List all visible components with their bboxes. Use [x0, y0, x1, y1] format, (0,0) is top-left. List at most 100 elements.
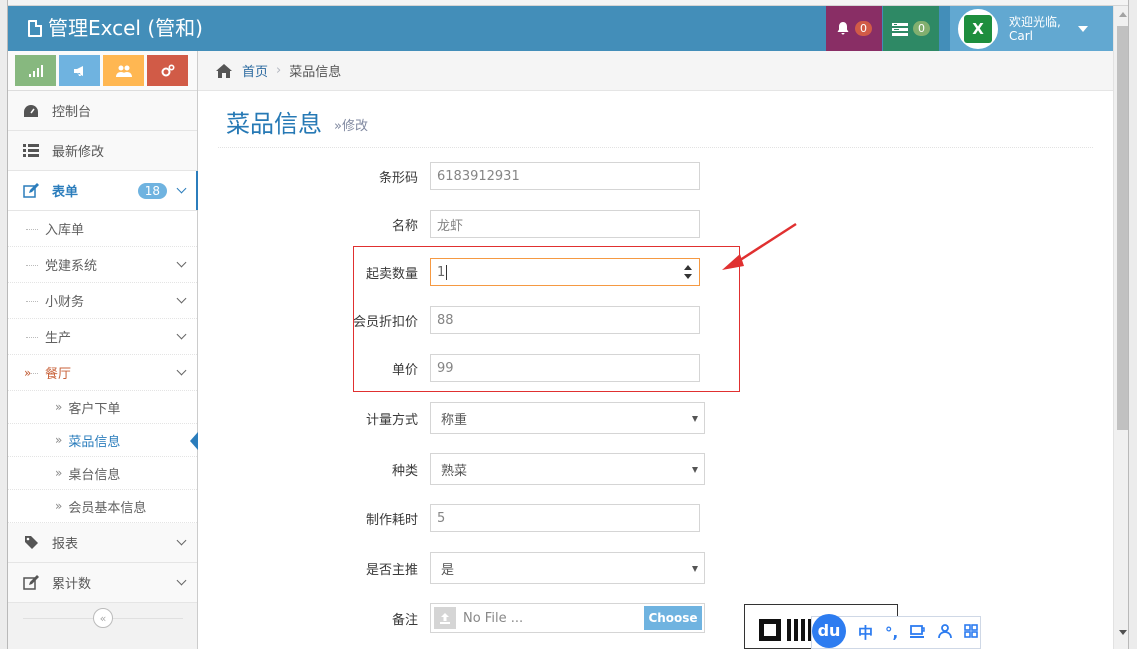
shortcut-stats-button[interactable]	[15, 55, 56, 86]
chevron-down-icon	[176, 257, 187, 268]
sidebar-subitem-finance[interactable]: 小财务	[8, 283, 197, 319]
double-chevron-right-icon: »	[55, 433, 63, 447]
breadcrumb-current: 菜品信息	[289, 65, 342, 80]
page-header: 菜品信息 »修改	[218, 96, 1093, 148]
measure-label: 计量方式	[365, 412, 418, 428]
dashboard-icon	[22, 103, 40, 119]
edit-icon	[22, 183, 40, 199]
user-name: Carl	[1009, 28, 1033, 43]
sidebar-subitem-stock-in[interactable]: 入库单	[8, 211, 197, 247]
user-menu[interactable]: X 欢迎光临, Carl	[950, 6, 1113, 51]
sidebar-subitem-restaurant[interactable]: » 餐厅	[8, 355, 197, 391]
chevron-down-icon	[176, 365, 187, 376]
form-row-measure: 计量方式 称重	[218, 402, 818, 434]
featured-label: 是否主推	[365, 562, 418, 578]
category-label: 种类	[391, 463, 418, 479]
prep-time-input[interactable]: 5	[430, 504, 700, 532]
sidebar-item-label: 表单	[52, 185, 79, 200]
tasks-button[interactable]: 0	[883, 6, 939, 51]
sidebar-subitem-production[interactable]: 生产	[8, 319, 197, 355]
dropdown-arrow-icon	[692, 566, 698, 572]
chevron-down-icon	[176, 329, 187, 340]
form-row-category: 种类 熟菜	[218, 453, 818, 485]
form-row-featured: 是否主推 是	[218, 552, 818, 584]
signal-icon	[28, 64, 43, 77]
sidebar-subitem-label: 客户下单	[68, 401, 121, 417]
sidebar-item-reports[interactable]: 报表	[8, 523, 197, 563]
qr-modules	[787, 619, 811, 641]
sidebar-subitem-customer-order[interactable]: » 客户下单	[8, 391, 197, 424]
ime-chinese-toggle[interactable]: 中	[858, 622, 873, 643]
shortcut-announce-button[interactable]	[59, 55, 100, 86]
sidebar-subitem-label: 生产	[45, 331, 72, 346]
barcode-input[interactable]: 6183912931	[430, 162, 700, 190]
category-selected-value: 熟菜	[441, 463, 468, 479]
ime-user-icon[interactable]	[938, 623, 953, 642]
edit-icon	[22, 575, 40, 591]
featured-select[interactable]: 是	[430, 552, 705, 584]
file-placeholder: No File ...	[463, 610, 524, 626]
sidebar-subitem-label: 小财务	[45, 295, 85, 310]
page-title: 菜品信息	[226, 110, 322, 138]
dropdown-arrow-icon	[692, 416, 698, 422]
brand[interactable]: 管理Excel (管和)	[28, 6, 203, 51]
sidebar-collapse-bar: «	[8, 604, 198, 634]
sidebar-subitem-party[interactable]: 党建系统	[8, 247, 197, 283]
double-chevron-right-icon: »	[24, 365, 32, 380]
category-select[interactable]: 熟菜	[430, 453, 705, 485]
breadcrumb-home-link[interactable]: 首页	[242, 61, 268, 80]
collapse-sidebar-button[interactable]: «	[93, 608, 113, 628]
measure-select[interactable]: 称重	[430, 402, 705, 434]
sidebar-item-label: 累计数	[52, 577, 92, 592]
sidebar-item-cumulative[interactable]: 累计数	[8, 563, 197, 603]
home-icon	[216, 63, 232, 78]
list-icon	[22, 143, 40, 159]
choose-file-button[interactable]: Choose	[644, 606, 702, 630]
sidebar-subitem-dish-info[interactable]: » 菜品信息	[8, 424, 198, 457]
dropdown-arrow-icon	[692, 467, 698, 473]
page-subtitle: »修改	[334, 119, 368, 134]
sidebar-item-forms[interactable]: 表单 18	[8, 171, 198, 211]
vertical-scrollbar[interactable]	[1113, 6, 1128, 649]
notifications-button[interactable]: 0	[826, 6, 882, 51]
note-file-input[interactable]: No File ... Choose	[430, 603, 705, 633]
form-row-note: 备注 No File ... Choose	[218, 603, 818, 633]
breadcrumb: 首页 › 菜品信息	[198, 51, 1113, 91]
sidebar-item-dashboard[interactable]: 控制台	[8, 91, 197, 131]
sidebar-subitem-label: 餐厅	[45, 367, 72, 382]
sidebar-subitem-label: 桌台信息	[68, 467, 121, 483]
sidebar-subitem-member-info[interactable]: » 会员基本信息	[8, 490, 197, 523]
scroll-down-arrow-icon[interactable]	[1119, 630, 1127, 635]
users-icon	[115, 65, 132, 77]
sidebar-subitem-table-info[interactable]: » 桌台信息	[8, 457, 197, 490]
user-info: 欢迎光临, Carl	[1009, 15, 1061, 43]
sidebar-subitem-label: 入库单	[45, 223, 85, 238]
ime-skin-icon[interactable]	[910, 624, 926, 642]
annotation-highlight-box	[353, 246, 740, 392]
double-chevron-right-icon: »	[55, 400, 63, 414]
name-input[interactable]: 龙虾	[430, 210, 700, 238]
shortcut-users-button[interactable]	[103, 55, 144, 86]
scroll-up-arrow-icon[interactable]	[1119, 12, 1127, 17]
shortcut-settings-button[interactable]	[147, 55, 188, 86]
form-row-barcode: 条形码 6183912931	[218, 161, 818, 191]
chevron-down-icon	[176, 535, 187, 546]
sidebar-subitem-label: 党建系统	[45, 259, 98, 274]
notifications-badge: 0	[855, 21, 872, 36]
tasks-icon	[892, 22, 908, 36]
baidu-ime-logo[interactable]: du	[812, 613, 846, 648]
user-greeting: 欢迎光临,	[1009, 14, 1061, 29]
name-label: 名称	[391, 218, 418, 234]
sidebar-item-recent[interactable]: 最新修改	[8, 131, 197, 171]
annotation-arrow-icon	[722, 222, 797, 270]
barcode-label: 条形码	[378, 170, 418, 186]
sidebar-item-label: 最新修改	[52, 145, 105, 160]
ime-grid-menu-icon[interactable]	[964, 623, 979, 642]
sidebar-subitem-label: 会员基本信息	[68, 500, 147, 516]
breadcrumb-separator: ›	[276, 63, 282, 78]
scrollbar-thumb[interactable]	[1117, 26, 1128, 430]
note-label: 备注	[391, 612, 418, 628]
chevron-down-icon	[176, 293, 187, 304]
ime-punctuation-toggle[interactable]: °,	[885, 624, 898, 642]
bell-icon	[837, 22, 849, 35]
